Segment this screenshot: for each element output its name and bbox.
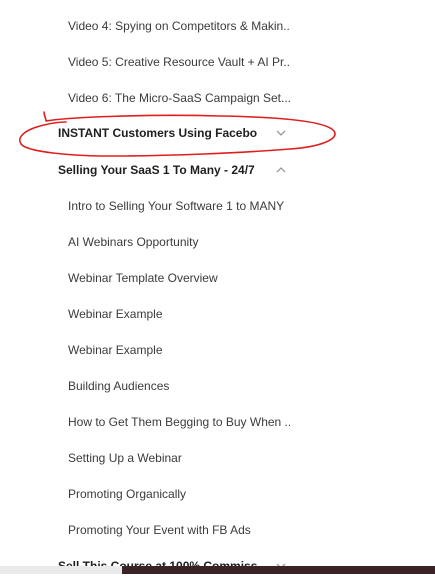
lesson-title: Webinar Template Overview bbox=[68, 271, 218, 285]
lesson-title: Intro to Selling Your Software 1 to MANY bbox=[68, 199, 285, 213]
section-header-instant-customers[interactable]: INSTANT Customers Using Facebo... bbox=[0, 115, 300, 151]
lesson-item-promoting-organically[interactable]: Promoting Organically bbox=[0, 476, 300, 512]
lesson-item-ai-webinars[interactable]: AI Webinars Opportunity bbox=[0, 224, 300, 260]
lesson-item-setting-up-webinar[interactable]: Setting Up a Webinar bbox=[0, 440, 300, 476]
lesson-item-video-4[interactable]: Video 4: Spying on Competitors & Makin..… bbox=[0, 8, 300, 44]
lesson-title: Video 4: Spying on Competitors & Makin..… bbox=[68, 19, 290, 33]
section-title: Selling Your SaaS 1 To Many - 24/7 bbox=[58, 163, 255, 177]
lesson-title: AI Webinars Opportunity bbox=[68, 235, 199, 249]
lesson-title: Video 5: Creative Resource Vault + AI Pr… bbox=[68, 55, 290, 69]
lesson-item-webinar-template[interactable]: Webinar Template Overview bbox=[0, 260, 300, 296]
lesson-item-video-5[interactable]: Video 5: Creative Resource Vault + AI Pr… bbox=[0, 44, 300, 80]
bottom-edge-bar bbox=[0, 566, 122, 574]
lesson-title: Setting Up a Webinar bbox=[68, 451, 182, 465]
lesson-item-building-audiences[interactable]: Building Audiences bbox=[0, 368, 300, 404]
lesson-title: Webinar Example bbox=[68, 307, 163, 321]
lesson-item-webinar-example-1[interactable]: Webinar Example bbox=[0, 296, 300, 332]
lesson-item-begging-to-buy[interactable]: How to Get Them Begging to Buy When ... bbox=[0, 404, 300, 440]
section-title: INSTANT Customers Using Facebo... bbox=[58, 126, 258, 140]
lesson-item-webinar-example-2[interactable]: Webinar Example bbox=[0, 332, 300, 368]
lesson-item-intro-selling[interactable]: Intro to Selling Your Software 1 to MANY bbox=[0, 188, 300, 224]
lesson-title: Promoting Organically bbox=[68, 487, 187, 501]
lesson-item-video-6[interactable]: Video 6: The Micro-SaaS Campaign Set... bbox=[0, 80, 300, 116]
chevron-up-icon[interactable] bbox=[275, 164, 287, 176]
taskbar-strip bbox=[122, 566, 435, 574]
section-header-selling-your-saas[interactable]: Selling Your SaaS 1 To Many - 24/7 bbox=[0, 152, 300, 188]
lesson-title: Promoting Your Event with FB Ads bbox=[68, 523, 251, 537]
lesson-title: Building Audiences bbox=[68, 379, 170, 393]
lesson-title: Webinar Example bbox=[68, 343, 163, 357]
chevron-down-icon[interactable] bbox=[275, 127, 287, 139]
lesson-title: How to Get Them Begging to Buy When ... bbox=[68, 415, 290, 429]
course-curriculum-sidebar: Video 4: Spying on Competitors & Makin..… bbox=[0, 0, 435, 574]
lesson-title: Video 6: The Micro-SaaS Campaign Set... bbox=[68, 91, 290, 105]
lesson-item-promoting-fb-ads[interactable]: Promoting Your Event with FB Ads bbox=[0, 512, 300, 548]
